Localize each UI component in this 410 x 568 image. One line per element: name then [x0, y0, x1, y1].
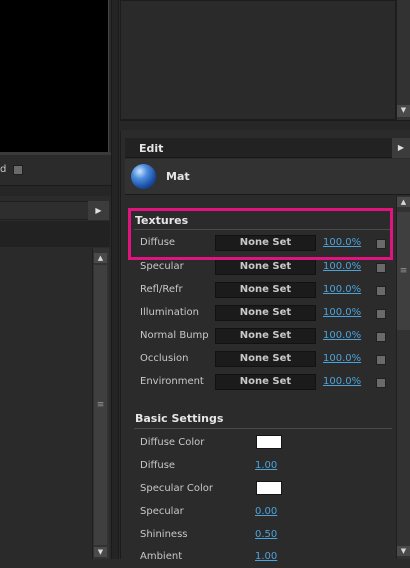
edit-scroll-up-button[interactable]: ▲	[397, 197, 410, 207]
texture-field[interactable]: None Set	[215, 374, 316, 390]
texture-enable-checkbox[interactable]	[376, 332, 386, 342]
vertical-splitter[interactable]	[111, 0, 119, 559]
basic-row-diffuse-color: Diffuse Color	[134, 434, 392, 454]
basic-row-specular-color: Specular Color	[134, 480, 392, 500]
texture-strength[interactable]: 100.0%	[323, 353, 361, 364]
left-panel-menu-button[interactable]: ▶	[88, 201, 109, 220]
basic-row-diffuse: Diffuse 1.00	[134, 457, 392, 477]
texture-row-normal-bump: Normal Bump None Set 100.0%	[134, 327, 392, 347]
texture-row-refl-refr: Refl/Refr None Set 100.0%	[134, 281, 392, 301]
right-top-scroll-down-button[interactable]: ▼	[397, 105, 410, 117]
left-panel-header	[0, 201, 88, 220]
highlight-box	[128, 208, 393, 260]
arrow-down-icon: ▼	[97, 548, 104, 556]
texture-label: Normal Bump	[140, 330, 209, 341]
left-checkbox[interactable]	[13, 165, 23, 175]
right-viewport[interactable]	[120, 0, 396, 120]
texture-label: Specular	[140, 261, 184, 272]
edit-panel-menu-button[interactable]: ▶	[392, 138, 410, 158]
basic-row-specular: Specular 0.00	[134, 503, 392, 523]
left-scroll-down-button[interactable]: ▼	[94, 547, 107, 557]
right-top-border	[120, 120, 410, 130]
texture-label: Occlusion	[140, 353, 189, 364]
texture-label: Environment	[140, 376, 204, 387]
texture-row-occlusion: Occlusion None Set 100.0%	[134, 350, 392, 370]
texture-enable-checkbox[interactable]	[376, 263, 386, 273]
left-panel-list[interactable]	[0, 248, 92, 559]
left-scroll-thumb[interactable]: ≡	[94, 265, 107, 545]
material-sphere-icon	[131, 164, 156, 189]
diffuse-value[interactable]: 1.00	[255, 460, 277, 471]
basic-settings-title: Basic Settings	[135, 412, 224, 425]
texture-strength[interactable]: 100.0%	[323, 307, 361, 318]
basic-label: Specular Color	[140, 483, 213, 494]
chevron-right-icon: ▶	[95, 206, 102, 215]
diffuse-color-swatch[interactable]	[256, 435, 282, 449]
texture-field[interactable]: None Set	[215, 282, 316, 298]
left-panel-subheader	[0, 221, 110, 247]
basic-label: Specular	[140, 506, 184, 517]
specular-value[interactable]: 0.00	[255, 506, 277, 517]
texture-strength[interactable]: 100.0%	[323, 284, 361, 295]
left-viewport-border	[0, 152, 111, 155]
ambient-value[interactable]: 1.00	[255, 551, 277, 562]
basic-label: Diffuse	[140, 460, 176, 471]
edit-scroll-thumb[interactable]: ≡	[397, 212, 410, 330]
left-checkbox-label: d	[0, 164, 7, 175]
arrow-up-icon: ▲	[97, 254, 104, 262]
texture-row-specular: Specular None Set 100.0%	[134, 258, 392, 278]
texture-field[interactable]: None Set	[215, 328, 316, 344]
texture-row-environment: Environment None Set 100.0%	[134, 373, 392, 393]
texture-enable-checkbox[interactable]	[376, 378, 386, 388]
texture-enable-checkbox[interactable]	[376, 286, 386, 296]
texture-row-illumination: Illumination None Set 100.0%	[134, 304, 392, 324]
texture-label: Illumination	[140, 307, 199, 318]
arrow-up-icon: ▲	[400, 198, 407, 206]
texture-enable-checkbox[interactable]	[376, 309, 386, 319]
texture-field[interactable]: None Set	[215, 305, 316, 321]
chevron-right-icon: ▶	[397, 143, 405, 152]
basic-label: Diffuse Color	[140, 437, 205, 448]
basic-settings-underline	[134, 428, 392, 429]
basic-row-shininess: Shininess 0.50	[134, 526, 392, 546]
left-viewport[interactable]	[0, 0, 109, 152]
texture-enable-checkbox[interactable]	[376, 355, 386, 365]
basic-label: Shininess	[140, 529, 188, 540]
basic-label: Ambient	[140, 551, 183, 562]
edit-header: Edit	[125, 138, 392, 158]
texture-label: Refl/Refr	[140, 284, 183, 295]
edit-header-title: Edit	[139, 142, 164, 155]
left-divider	[0, 185, 111, 196]
grip-icon: ≡	[399, 266, 408, 276]
shininess-value[interactable]: 0.50	[255, 529, 277, 540]
specular-color-swatch[interactable]	[256, 481, 282, 495]
texture-field[interactable]: None Set	[215, 259, 316, 275]
texture-field[interactable]: None Set	[215, 351, 316, 367]
texture-strength[interactable]: 100.0%	[323, 376, 361, 387]
edit-scroll-down-button[interactable]: ▼	[397, 546, 410, 556]
basic-row-ambient: Ambient 1.00	[134, 548, 392, 568]
texture-strength[interactable]: 100.0%	[323, 330, 361, 341]
arrow-down-icon: ▼	[400, 106, 407, 114]
arrow-down-icon: ▼	[400, 547, 407, 555]
grip-icon: ≡	[96, 400, 105, 410]
material-name: Mat	[166, 170, 190, 183]
left-scroll-up-button[interactable]: ▲	[94, 253, 107, 263]
right-top-scrollbar[interactable]	[396, 0, 410, 120]
texture-strength[interactable]: 100.0%	[323, 261, 361, 272]
